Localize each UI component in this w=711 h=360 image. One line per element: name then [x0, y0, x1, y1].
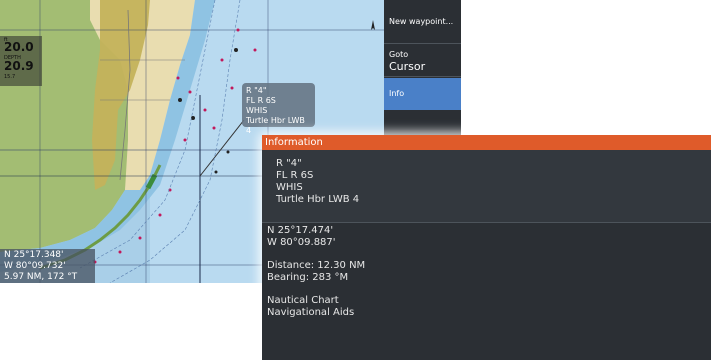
object-name-line-1: R "4" [276, 158, 302, 169]
object-bearing: Bearing: 283 °M [267, 272, 349, 283]
info-label: Info [389, 89, 405, 98]
goto-cursor-menu-item[interactable]: Goto Cursor [384, 45, 461, 77]
cursor-label: Cursor [389, 60, 426, 73]
object-longitude: W 80°09.887' [267, 237, 336, 248]
depth-readout: ft 20.0 DEPTH 20.9 15.7 [0, 36, 42, 86]
information-panel-title: Information [262, 135, 711, 150]
chart-object-popup[interactable]: R "4" FL R 6S WHIS Turtle Hbr LWB 4 [242, 83, 315, 135]
object-name-line-4: Turtle Hbr LWB 4 [276, 194, 360, 205]
info-menu-item[interactable]: Info [384, 78, 461, 110]
source-nautical-chart: Nautical Chart [267, 295, 339, 306]
object-name-line-3: WHIS [276, 182, 303, 193]
object-name-line-2: FL R 6S [276, 170, 314, 181]
popup-line-4: Turtle Hbr LWB 4 [246, 116, 305, 135]
popup-line-3: WHIS [246, 106, 268, 115]
information-panel: Information R "4" FL R 6S WHIS Turtle Hb… [262, 135, 711, 360]
popup-line-2: FL R 6S [246, 96, 276, 105]
new-waypoint-menu-item[interactable]: New waypoint... [384, 0, 461, 44]
source-navigational-aids: Navigational Aids [267, 307, 355, 318]
depth-sub-value: 15.7 [4, 74, 16, 80]
new-waypoint-label: New waypoint... [389, 17, 454, 26]
cursor-latitude: N 25°17.348' [4, 250, 64, 260]
goto-label: Goto [389, 50, 409, 59]
cursor-position-readout: N 25°17.348' W 80°09.732' 5.97 NM, 172 °… [0, 249, 95, 283]
depth-value-1: 20.0 [4, 40, 34, 54]
popup-line-1: R "4" [246, 86, 267, 95]
object-name-block[interactable]: R "4" FL R 6S WHIS Turtle Hbr LWB 4 [262, 150, 711, 222]
object-details: N 25°17.474' W 80°09.887' Distance: 12.3… [262, 223, 711, 360]
object-distance: Distance: 12.30 NM [267, 260, 366, 271]
cursor-range-bearing: 5.97 NM, 172 °T [4, 272, 78, 282]
cursor-longitude: W 80°09.732' [4, 261, 66, 271]
object-latitude: N 25°17.474' [267, 225, 334, 236]
depth-value-2: 20.9 [4, 59, 34, 73]
